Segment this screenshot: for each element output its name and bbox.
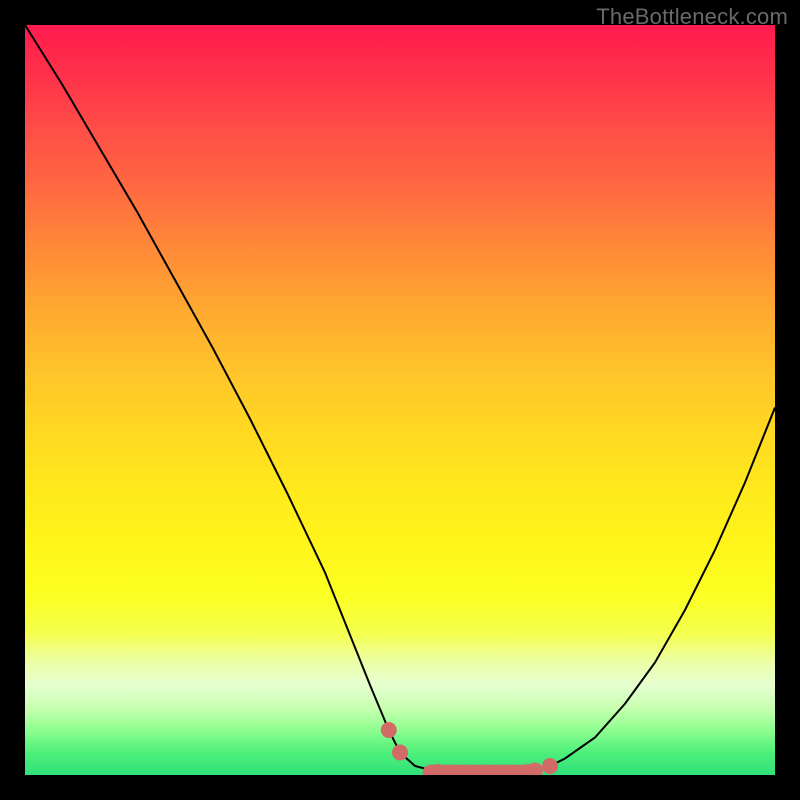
- plot-area: [25, 25, 775, 775]
- chart-frame: TheBottleneck.com: [0, 0, 800, 800]
- data-point: [381, 722, 397, 738]
- curve-svg: [25, 25, 775, 775]
- bottleneck-curve: [25, 25, 775, 775]
- data-point: [542, 758, 558, 774]
- watermark-text: TheBottleneck.com: [596, 4, 788, 30]
- data-point: [392, 745, 408, 761]
